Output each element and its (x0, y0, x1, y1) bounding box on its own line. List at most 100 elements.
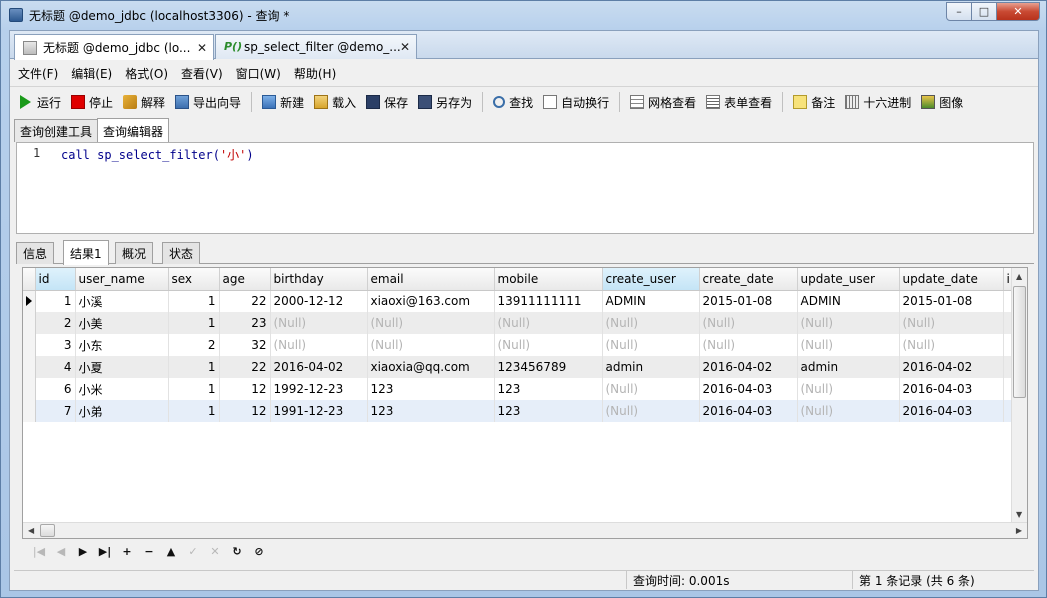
row-indicator[interactable] (23, 356, 36, 378)
cell-update-user[interactable]: (Null) (797, 334, 900, 356)
cell-id[interactable]: 7 (35, 400, 76, 422)
menu-help[interactable]: 帮助(H) (294, 65, 336, 82)
cell-age[interactable]: 22 (219, 356, 271, 378)
cell-create-user[interactable]: (Null) (602, 334, 700, 356)
cell-user-name[interactable]: 小东 (75, 334, 169, 356)
cell-email[interactable]: (Null) (367, 312, 495, 334)
new-button[interactable]: 新建 (262, 94, 304, 111)
cell-update-date[interactable]: 2016-04-02 (899, 356, 1004, 378)
column-header-update-date[interactable]: update_date (899, 268, 1004, 291)
cell-age[interactable]: 12 (219, 400, 271, 422)
cell-create-user[interactable]: ADMIN (602, 290, 700, 312)
column-header-update-user[interactable]: update_user (797, 268, 900, 291)
cell-user-name[interactable]: 小溪 (75, 290, 169, 312)
cell-sex[interactable]: 1 (168, 290, 220, 312)
row-indicator[interactable] (23, 312, 36, 334)
sql-editor[interactable]: 1 call sp_select_filter('小') (16, 142, 1034, 234)
cell-user-name[interactable]: 小弟 (75, 400, 169, 422)
save-button[interactable]: 保存 (366, 94, 408, 111)
cell-age[interactable]: 32 (219, 334, 271, 356)
cell-create-date[interactable]: (Null) (699, 312, 798, 334)
cell-update-user[interactable]: admin (797, 356, 900, 378)
cell-user-name[interactable]: 小米 (75, 378, 169, 400)
tab-info[interactable]: 信息 (16, 242, 55, 264)
menu-window[interactable]: 窗口(W) (236, 65, 281, 82)
tab-query-builder[interactable]: 查询创建工具 (14, 119, 99, 142)
edit-record-icon[interactable]: ▲ (160, 545, 182, 558)
cell-birthday[interactable]: 1991-12-23 (270, 400, 368, 422)
column-header-id[interactable]: id (35, 268, 76, 291)
row-indicator[interactable] (23, 378, 36, 400)
cell-email[interactable]: 123 (367, 400, 495, 422)
table-row[interactable]: 7 小弟 1 12 1991-12-23 123 123 (Null) 2016-04-03 (N… (23, 400, 1014, 422)
sql-code-line[interactable]: call sp_select_filter('小') (61, 146, 254, 163)
cell-birthday[interactable]: 1992-12-23 (270, 378, 368, 400)
cell-update-date[interactable]: 2016-04-03 (899, 400, 1004, 422)
tab-profile[interactable]: 概况 (115, 242, 154, 264)
refresh-icon[interactable]: ↻ (226, 545, 248, 558)
cell-age[interactable]: 22 (219, 290, 271, 312)
column-header-sex[interactable]: sex (168, 268, 220, 291)
hex-button[interactable]: 十六进制 (845, 94, 911, 111)
cell-create-date[interactable]: (Null) (699, 334, 798, 356)
column-header-create-user[interactable]: create_user (602, 268, 700, 291)
column-header-email[interactable]: email (367, 268, 495, 291)
word-wrap-button[interactable]: 自动换行 (543, 94, 609, 111)
tab-close-icon[interactable]: ✕ (400, 40, 410, 54)
table-row[interactable]: 6 小米 1 12 1992-12-23 123 123 (Null) 2016-04-03 (N… (23, 378, 1014, 400)
cell-mobile[interactable]: 123456789 (494, 356, 603, 378)
form-view-button[interactable]: 表单查看 (706, 94, 772, 111)
scroll-left-icon[interactable]: ◀ (28, 526, 34, 535)
cell-update-date[interactable]: 2016-04-03 (899, 378, 1004, 400)
cell-create-date[interactable]: 2015-01-08 (699, 290, 798, 312)
cell-birthday[interactable]: 2000-12-12 (270, 290, 368, 312)
table-row[interactable]: 3 小东 2 32 (Null) (Null) (Null) (Null) (Null) (Nul… (23, 334, 1014, 356)
cell-mobile[interactable]: (Null) (494, 312, 603, 334)
cell-update-date[interactable]: (Null) (899, 312, 1004, 334)
cell-create-user[interactable]: (Null) (602, 378, 700, 400)
cell-birthday[interactable]: 2016-04-02 (270, 356, 368, 378)
cell-update-date[interactable]: 2015-01-08 (899, 290, 1004, 312)
save-as-button[interactable]: 另存为 (418, 94, 472, 111)
cell-update-user[interactable]: (Null) (797, 378, 900, 400)
horizontal-scrollbar[interactable]: ◀ ▶ (23, 522, 1027, 538)
row-indicator[interactable] (23, 400, 36, 422)
table-row[interactable]: 4 小夏 1 22 2016-04-02 xiaoxia@qq.com 123456789 a… (23, 356, 1014, 378)
cell-create-date[interactable]: 2016-04-03 (699, 378, 798, 400)
cell-sex[interactable]: 2 (168, 334, 220, 356)
tab-status[interactable]: 状态 (162, 242, 201, 264)
cell-update-user[interactable]: (Null) (797, 312, 900, 334)
minimize-button[interactable]: – (946, 2, 972, 21)
cell-email[interactable]: (Null) (367, 334, 495, 356)
explain-button[interactable]: 解释 (123, 94, 165, 111)
row-indicator[interactable] (23, 334, 36, 356)
cell-sex[interactable]: 1 (168, 356, 220, 378)
cell-email[interactable]: 123 (367, 378, 495, 400)
next-record-icon[interactable]: ▶ (72, 545, 94, 558)
stop-button[interactable]: 停止 (71, 94, 113, 111)
cell-create-date[interactable]: 2016-04-02 (699, 356, 798, 378)
cell-sex[interactable]: 1 (168, 400, 220, 422)
cell-create-date[interactable]: 2016-04-03 (699, 400, 798, 422)
cell-email[interactable]: xiaoxia@qq.com (367, 356, 495, 378)
find-button[interactable]: 查找 (493, 94, 533, 111)
menu-edit[interactable]: 编辑(E) (71, 65, 112, 82)
load-button[interactable]: 载入 (314, 94, 356, 111)
apply-changes-icon[interactable]: ✓ (182, 545, 204, 558)
cell-user-name[interactable]: 小美 (75, 312, 169, 334)
cell-update-date[interactable]: (Null) (899, 334, 1004, 356)
stop-query-icon[interactable]: ⊘ (248, 545, 270, 558)
cell-email[interactable]: xiaoxi@163.com (367, 290, 495, 312)
cell-mobile[interactable]: 123 (494, 400, 603, 422)
column-header-mobile[interactable]: mobile (494, 268, 603, 291)
delete-record-icon[interactable]: − (138, 545, 160, 558)
result-grid[interactable]: id user_name sex age birthday email mobi… (22, 267, 1028, 539)
tab-query-editor[interactable]: 查询编辑器 (97, 118, 170, 143)
menu-view[interactable]: 查看(V) (181, 65, 223, 82)
cell-mobile[interactable]: (Null) (494, 334, 603, 356)
grid-view-button[interactable]: 网格查看 (630, 94, 696, 111)
cell-age[interactable]: 12 (219, 378, 271, 400)
row-indicator[interactable] (23, 290, 36, 312)
add-record-icon[interactable]: + (116, 545, 138, 558)
vertical-scroll-thumb[interactable] (1013, 286, 1026, 398)
